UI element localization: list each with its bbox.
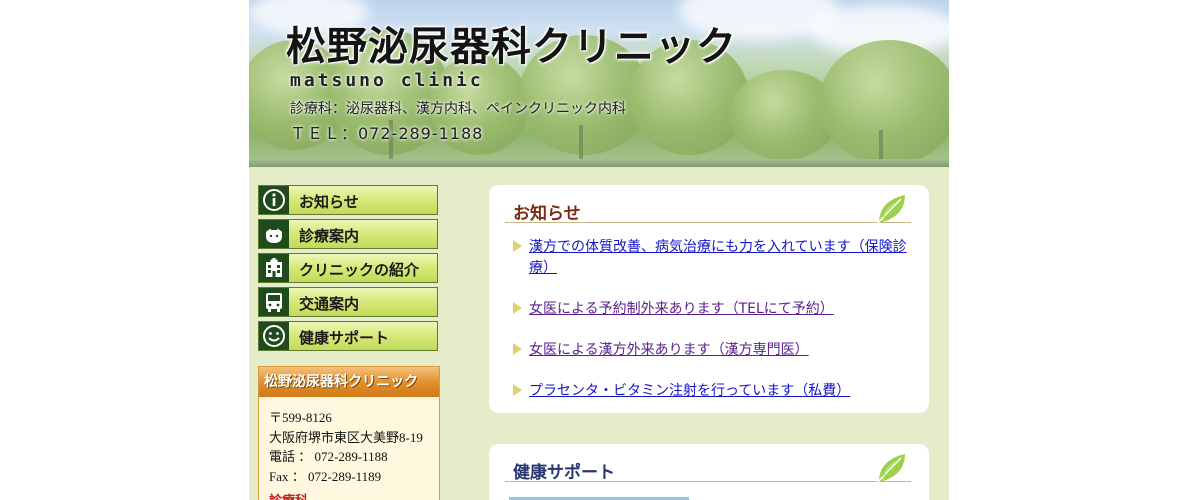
site-subtitle: matsuno clinic	[290, 70, 484, 91]
leaf-icon	[876, 454, 905, 484]
doctor-icon	[259, 220, 289, 248]
clinic-hours-heading: 診療科	[269, 491, 429, 500]
info-icon	[259, 186, 289, 214]
nav-item-access[interactable]: 交通案内	[258, 287, 438, 317]
site-title: 松野泌尿器科クリニック	[286, 24, 737, 70]
news-list: 漢方での体質改善、病気治療にも力を入れています（保険診療） 女医による予約制外来…	[511, 236, 921, 421]
clinic-address: 大阪府堺市東区大美野8-19	[269, 429, 423, 445]
nav-item-about[interactable]: クリニックの紹介	[258, 253, 438, 283]
bus-icon	[259, 288, 289, 316]
bullet-triangle-icon	[513, 240, 522, 252]
header-bottom-strip	[249, 159, 949, 167]
news-link[interactable]: 漢方での体質改善、病気治療にも力を入れています（保険診療）	[529, 239, 907, 276]
nav-item-news[interactable]: お知らせ	[258, 185, 438, 215]
side-nav: お知らせ 診療案内 クリニックの紹介 交通案内 健康サポート	[258, 185, 438, 355]
clinic-fax: Fax ： 072-289-1189	[269, 468, 382, 484]
news-heading: お知らせ	[505, 195, 911, 225]
clinic-info-title: 松野泌尿器科クリニック	[259, 367, 439, 397]
nav-item-label: クリニックの紹介	[299, 261, 420, 279]
banner-trunk	[579, 125, 583, 160]
header-departments: 診療科：泌尿器科、漢方内科、ペインクリニック内科	[290, 101, 626, 117]
leaf-icon	[876, 195, 905, 225]
header-banner: 松野泌尿器科クリニック matsuno clinic 診療科：泌尿器科、漢方内科…	[249, 0, 949, 167]
clinic-postal-code: 〒599-8126	[269, 410, 332, 425]
health-title: 健康サポート	[513, 463, 615, 483]
header-tel: ＴＥＬ：072-289-1188	[290, 124, 484, 143]
nav-item-label: お知らせ	[299, 193, 359, 211]
nav-item-label: 交通案内	[299, 295, 360, 313]
clinic-info-body: 〒599-8126 大阪府堺市東区大美野8-19 電話 ： 072-289-11…	[259, 397, 439, 500]
news-item: 女医による漢方外来あります（漢方専門医）	[511, 339, 921, 360]
nav-item-clinic-guide[interactable]: 診療案内	[258, 219, 438, 249]
nav-item-label: 健康サポート	[299, 329, 390, 347]
news-item: 漢方での体質改善、病気治療にも力を入れています（保険診療）	[511, 236, 921, 278]
health-support-panel: 健康サポート	[489, 444, 929, 500]
clinic-phone: 電話 ： 072-289-1188	[269, 449, 388, 464]
nav-item-label: 診療案内	[299, 227, 360, 245]
bullet-triangle-icon	[513, 384, 522, 396]
news-link[interactable]: 女医による予約制外来あります（TELにて予約）	[529, 301, 834, 317]
news-title: お知らせ	[513, 204, 581, 224]
bullet-triangle-icon	[513, 343, 522, 355]
news-link[interactable]: プラセンタ・ビタミン注射を行っています（私費）	[529, 383, 850, 399]
banner-trunk	[879, 130, 883, 160]
nav-item-health-support[interactable]: 健康サポート	[258, 321, 438, 351]
page: 松野泌尿器科クリニック matsuno clinic 診療科：泌尿器科、漢方内科…	[249, 0, 949, 500]
clinic-info-box: 松野泌尿器科クリニック 〒599-8126 大阪府堺市東区大美野8-19 電話 …	[258, 366, 440, 500]
bullet-triangle-icon	[513, 302, 522, 314]
health-heading: 健康サポート	[505, 454, 911, 484]
building-icon	[259, 254, 289, 282]
news-link[interactable]: 女医による漢方外来あります（漢方専門医）	[529, 342, 809, 358]
news-item: プラセンタ・ビタミン注射を行っています（私費）	[511, 380, 921, 401]
banner-tree	[819, 40, 949, 165]
smile-icon	[259, 322, 289, 350]
news-item: 女医による予約制外来あります（TELにて予約）	[511, 298, 921, 319]
news-panel: お知らせ 漢方での体質改善、病気治療にも力を入れています（保険診療） 女医による…	[489, 185, 929, 413]
